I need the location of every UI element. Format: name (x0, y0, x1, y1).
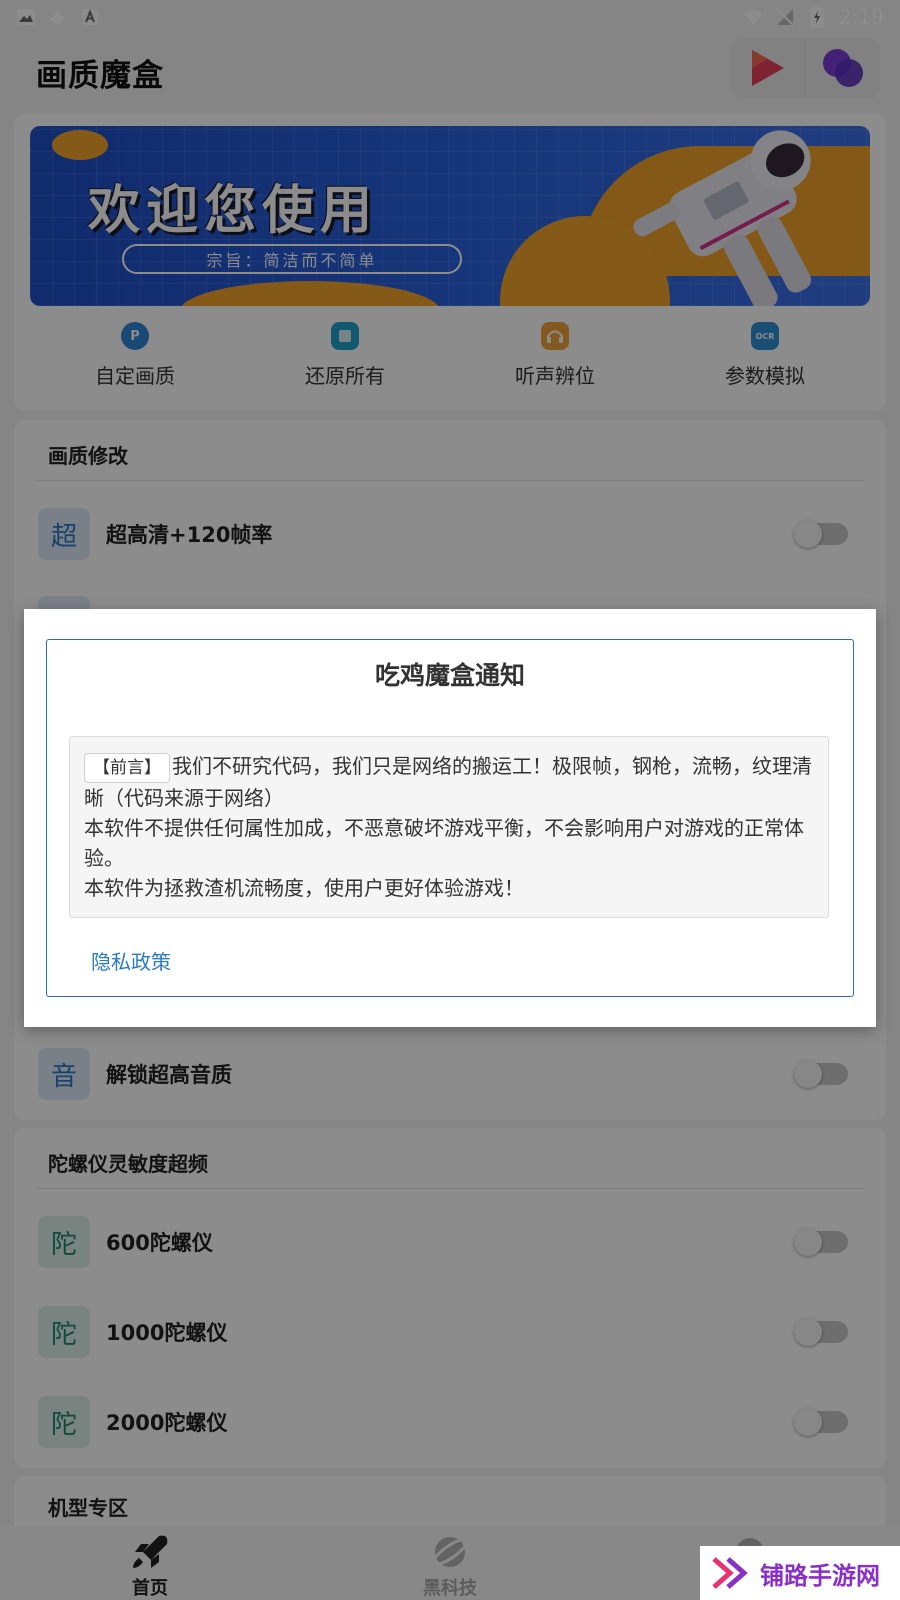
watermark: 铺路手游网 (700, 1546, 900, 1600)
dialog-text-3: 本软件为拯救渣机流畅度，使用户更好体验游戏！ (84, 876, 524, 900)
dialog-frame: 吃鸡魔盒通知 【前言】 我们不研究代码，我们只是网络的搬运工！极限帧，钢枪，流畅，… (46, 639, 854, 997)
watermark-logo-icon (712, 1557, 748, 1589)
privacy-policy-link[interactable]: 隐私政策 (91, 946, 171, 975)
preface-tag: 【前言】 (84, 753, 170, 783)
dialog-body: 【前言】 我们不研究代码，我们只是网络的搬运工！极限帧，钢枪，流畅，纹理清晰（代码… (69, 736, 829, 918)
dialog-text-1: 我们不研究代码，我们只是网络的搬运工！极限帧，钢枪，流畅，纹理清晰（代码来源于网… (84, 754, 812, 810)
dialog-text-2: 本软件不提供任何属性加成，不恶意破坏游戏平衡，不会影响用户对游戏的正常体验。 (84, 816, 804, 870)
dialog-title: 吃鸡魔盒通知 (374, 661, 525, 690)
notice-dialog: 吃鸡魔盒通知 【前言】 我们不研究代码，我们只是网络的搬运工！极限帧，钢枪，流畅，… (24, 609, 876, 1027)
watermark-text: 铺路手游网 (760, 1561, 880, 1590)
